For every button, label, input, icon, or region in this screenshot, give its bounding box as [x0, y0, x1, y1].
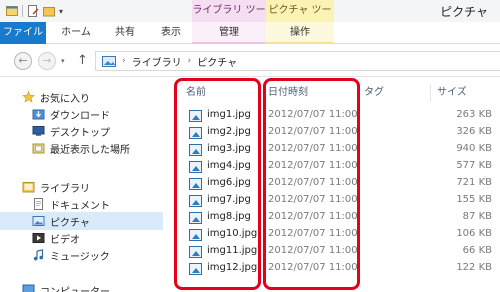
sidebar-item-videos[interactable]: ビデオ: [0, 229, 163, 247]
file-size: 326 KB: [456, 126, 492, 137]
sidebar-item-documents[interactable]: ドキュメント: [0, 195, 163, 213]
computer-icon: [22, 284, 35, 292]
tab-view[interactable]: 表示: [154, 22, 188, 44]
toolbar-divider: [22, 5, 23, 17]
sidebar-item-pictures[interactable]: ピクチャ: [0, 212, 163, 230]
sidebar-item-label: ミュージック: [50, 251, 110, 263]
explorer-window-icon[interactable]: [6, 5, 18, 17]
quick-access-toolbar: ▾: [6, 4, 63, 18]
sidebar-item-desktop[interactable]: デスクトップ: [0, 122, 163, 140]
sidebar-item-downloads[interactable]: ダウンロード: [0, 105, 163, 123]
file-size: 263 KB: [456, 109, 492, 120]
star-icon: [22, 91, 35, 103]
breadcrumb-libraries[interactable]: ライブラリ: [132, 54, 182, 69]
file-size: 106 KB: [456, 228, 492, 239]
file-size: 122 KB: [456, 262, 492, 273]
library-tools-context-label: ライブラリ ツール: [192, 0, 266, 38]
pictures-library-icon: [102, 55, 116, 67]
videos-icon: [32, 233, 45, 243]
properties-icon[interactable]: [27, 5, 39, 17]
column-divider[interactable]: [430, 84, 431, 102]
date-column-highlight: [263, 78, 360, 290]
library-icon: [22, 182, 35, 193]
title-bar: ▾ ライブラリ ツール ピクチャ ツール ピクチャ: [0, 0, 500, 38]
sidebar-item-libraries[interactable]: ライブラリ: [0, 178, 163, 196]
column-header-tag[interactable]: タグ: [364, 82, 384, 104]
sidebar-item-label: ダウンロード: [50, 110, 110, 122]
sidebar-item-label: ライブラリ: [40, 183, 90, 195]
back-button[interactable]: ←: [14, 52, 32, 70]
tab-manage[interactable]: 管理: [192, 22, 266, 44]
up-arrow-icon[interactable]: ↑: [77, 53, 88, 68]
name-column-highlight: [174, 78, 261, 290]
sidebar-item-music[interactable]: ミュージック: [0, 246, 163, 264]
file-size: 940 KB: [456, 143, 492, 154]
downloads-folder-icon: [32, 109, 45, 120]
ribbon-tabs: ファイル ホーム 共有 表示 管理 操作: [0, 22, 500, 44]
forward-button[interactable]: →: [38, 52, 56, 70]
sidebar-item-computer[interactable]: コンピューター: [0, 281, 163, 292]
sidebar-item-label: コンピューター: [40, 286, 110, 292]
sidebar-item-label: デスクトップ: [50, 127, 110, 139]
new-folder-icon[interactable]: [43, 5, 55, 17]
tab-share[interactable]: 共有: [108, 22, 142, 44]
desktop-icon: [32, 126, 45, 136]
pictures-icon: [32, 216, 45, 226]
sidebar-item-label: ドキュメント: [50, 200, 110, 212]
tab-file[interactable]: ファイル: [0, 22, 46, 44]
file-size: 87 KB: [462, 211, 492, 222]
sidebar-item-label: ビデオ: [50, 234, 80, 246]
breadcrumb-chevron-icon: ›: [122, 56, 126, 66]
customize-toolbar-dropdown-icon[interactable]: ▾: [59, 7, 63, 16]
file-size: 721 KB: [456, 177, 492, 188]
tab-operate[interactable]: 操作: [266, 22, 334, 44]
sidebar-item-recent-places[interactable]: 最近表示した場所: [0, 139, 163, 157]
sidebar-item-label: 最近表示した場所: [50, 144, 130, 156]
sidebar-item-label: お気に入り: [40, 93, 90, 105]
documents-icon: [34, 198, 43, 210]
picture-tools-context-label: ピクチャ ツール: [266, 0, 334, 38]
file-size: 577 KB: [456, 160, 492, 171]
navigation-bar: ← → ▾ ↑ › ライブラリ › ピクチャ: [0, 45, 500, 77]
sidebar-item-favorites[interactable]: お気に入り: [0, 88, 163, 106]
column-header-size[interactable]: サイズ: [437, 82, 467, 104]
recent-places-icon: [32, 143, 45, 154]
file-size: 66 KB: [462, 245, 492, 256]
breadcrumb-pictures[interactable]: ピクチャ: [197, 54, 237, 69]
tab-home[interactable]: ホーム: [56, 22, 96, 44]
breadcrumb-chevron-icon: ›: [187, 56, 192, 66]
sidebar-item-label: ピクチャ: [50, 217, 90, 229]
address-bar[interactable]: › ライブラリ › ピクチャ: [95, 51, 500, 71]
window-title: ピクチャ: [440, 5, 488, 19]
recent-locations-dropdown-icon[interactable]: ▾: [61, 57, 65, 65]
file-size: 155 KB: [456, 194, 492, 205]
music-icon: [33, 249, 44, 261]
navigation-pane: お気に入り ダウンロード デスクトップ 最近表示した場所 ライブラリ ドキュメン…: [0, 78, 163, 292]
